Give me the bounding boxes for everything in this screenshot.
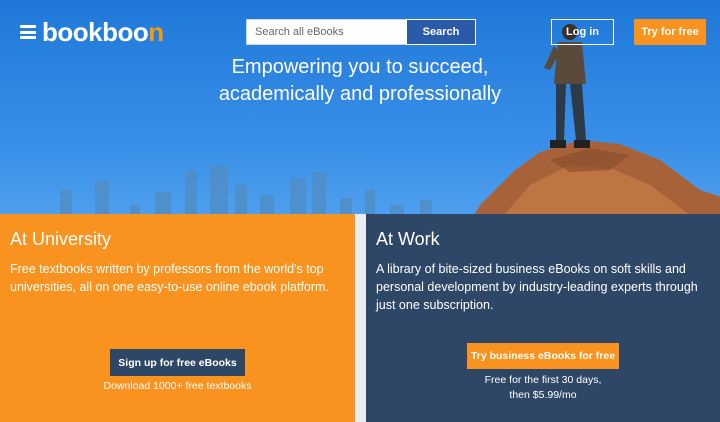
search-input[interactable] [246,19,406,45]
work-pricing-note: Free for the first 30 days, then $5.99/m… [456,373,630,403]
work-note-line1: Free for the first 30 days, [484,374,602,386]
university-description: Free textbooks written by professors fro… [10,262,329,294]
work-note-line2: then $5.99/mo [509,389,577,401]
university-panel: At University Free textbooks written by … [0,214,355,422]
hamburger-menu-icon[interactable] [20,25,36,39]
work-description: A library of bite-sized business eBooks … [376,262,698,312]
logo-text: bookboon [42,17,164,48]
search-button[interactable]: Search [406,19,476,45]
logo-text-accent: n [148,16,164,47]
logo-text-main: bookboo [42,16,149,47]
university-note: Download 1000+ free textbooks [103,380,252,392]
university-title: At University [10,229,112,249]
try-for-free-button[interactable]: Try for free [634,19,706,45]
hero-tagline-line2: academically and professionally [218,83,502,105]
work-title: At Work [376,229,440,249]
work-panel: At Work A library of bite-sized business… [366,214,720,422]
panel-divider [355,214,366,422]
sign-up-free-ebooks-button[interactable]: Sign up for free eBooks [110,349,245,376]
try-business-ebooks-button[interactable]: Try business eBooks for free [467,343,619,369]
hero-tagline-line1: Empowering you to succeed, [231,56,489,78]
bookboon-logo[interactable]: bookboon [20,17,164,48]
login-button[interactable]: Log in [551,19,614,45]
search-bar: Search [246,19,476,45]
hero-tagline: Empowering you to succeed, academically … [210,54,510,108]
